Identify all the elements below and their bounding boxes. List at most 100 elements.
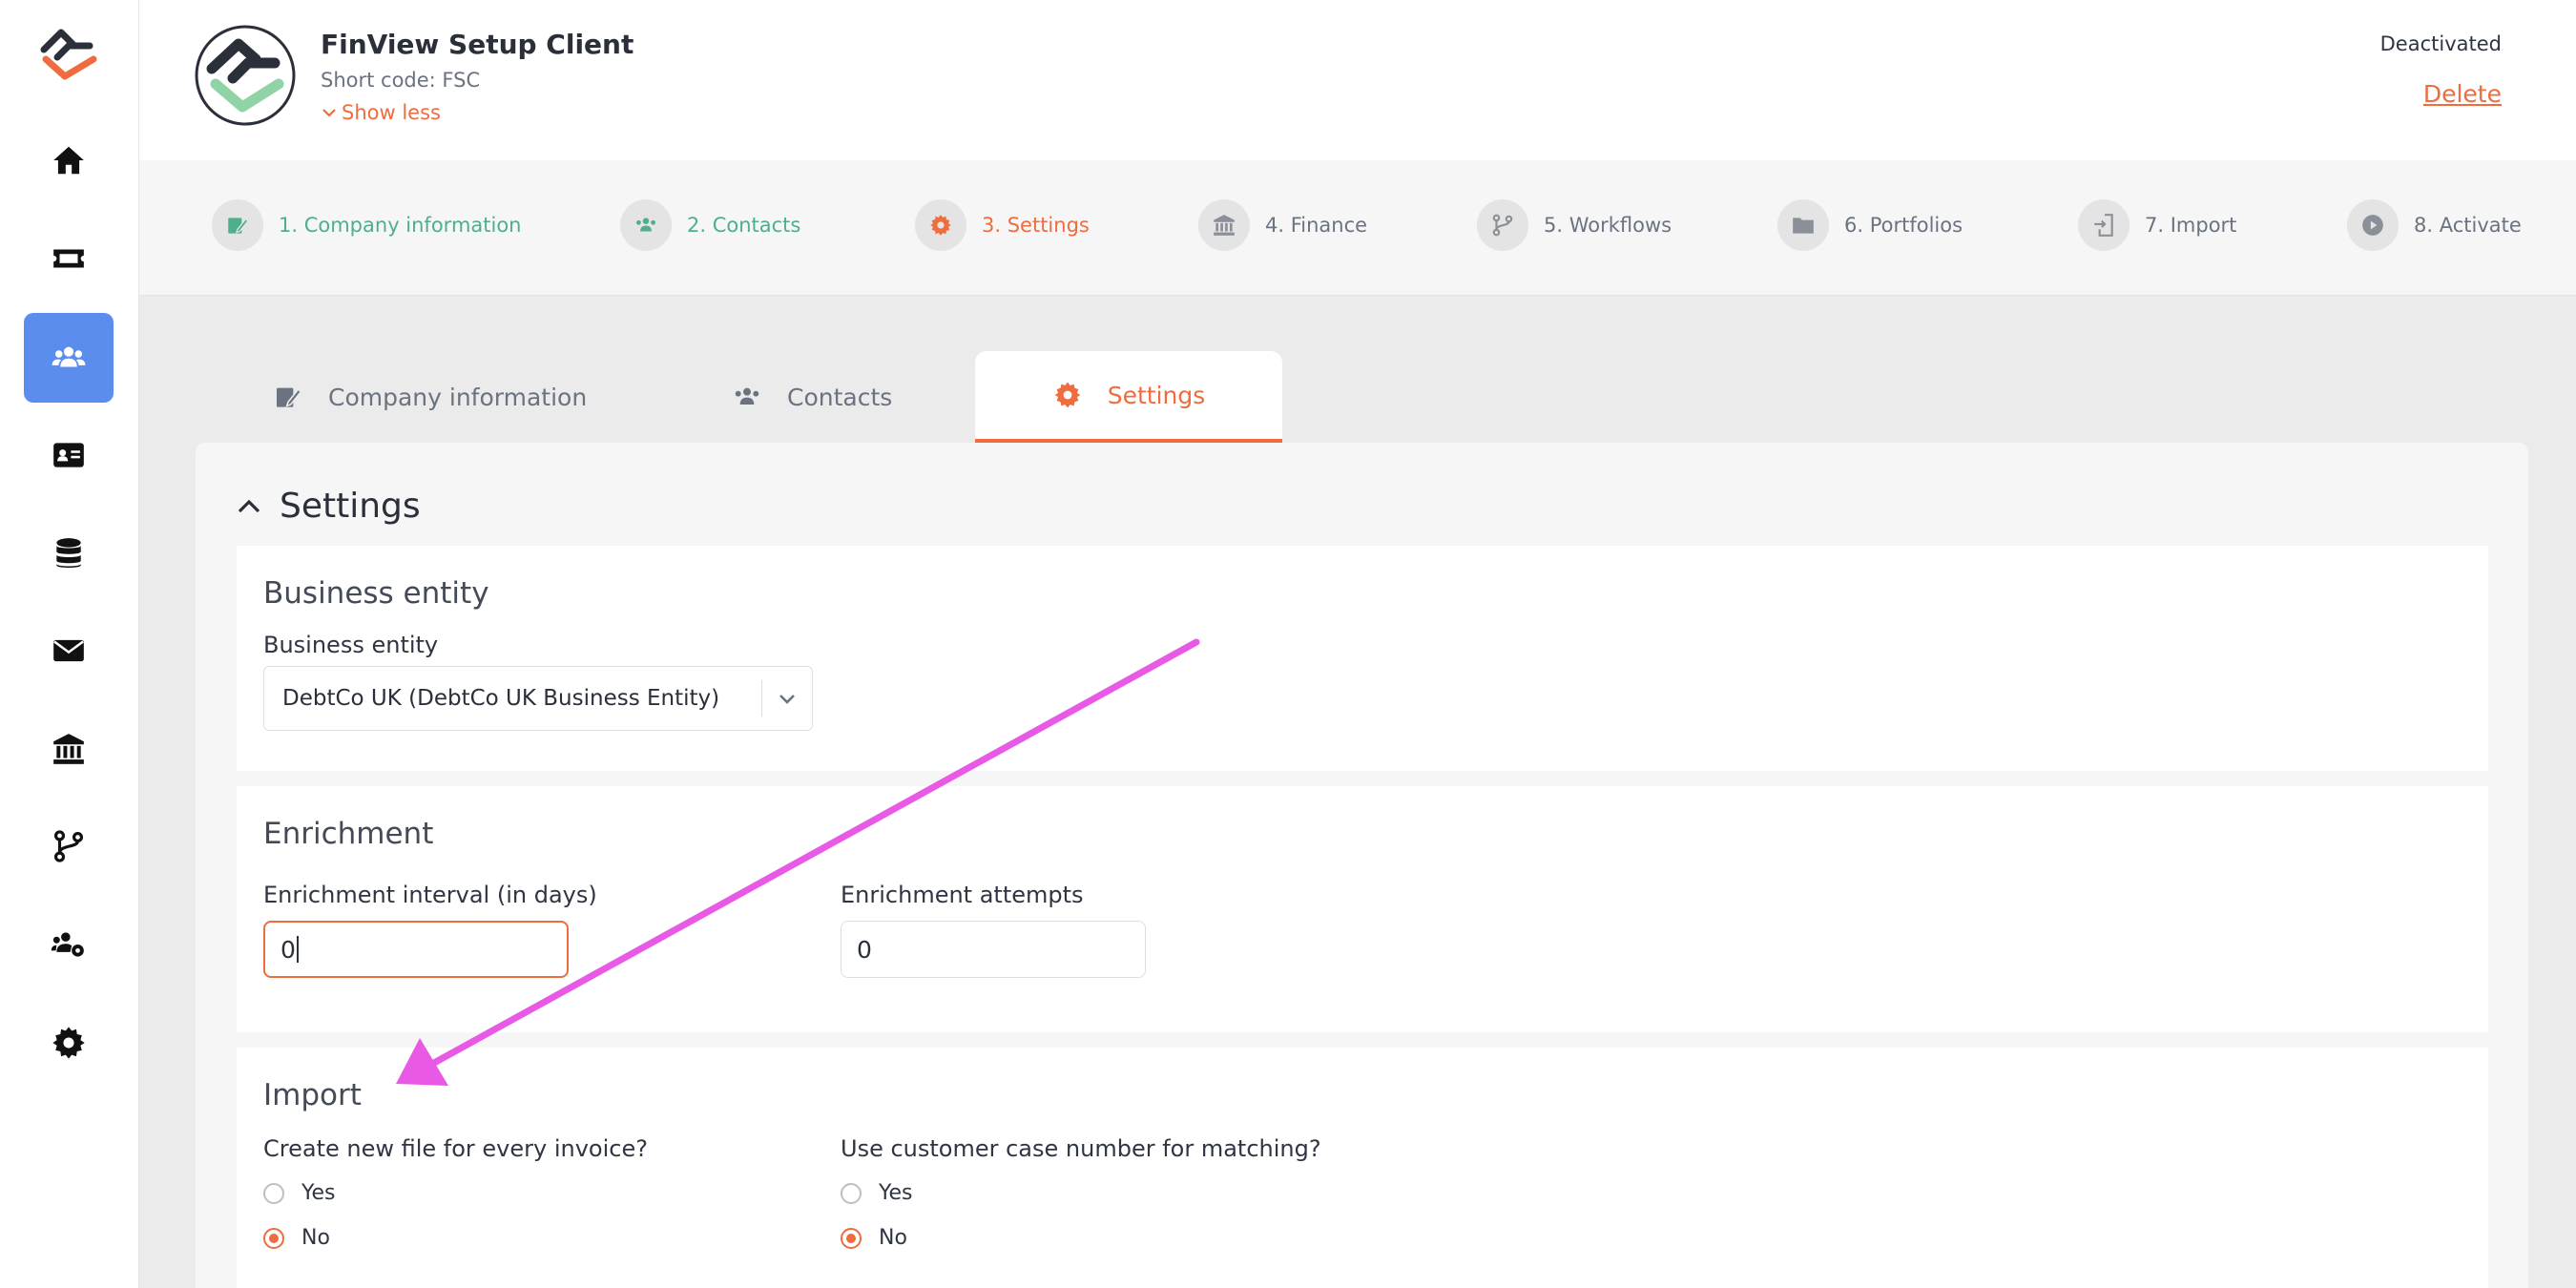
step-label: 5. Workflows — [1544, 214, 1672, 237]
home-icon — [53, 146, 84, 175]
case-number-no-radio[interactable] — [841, 1227, 862, 1249]
branch-icon — [1492, 214, 1513, 237]
bank-icon — [1214, 215, 1235, 236]
users-gear-icon — [51, 932, 84, 957]
step-label: 1. Company information — [279, 214, 522, 237]
import-icon — [2094, 214, 2113, 237]
tab-label: Settings — [1107, 381, 1206, 409]
tab-settings[interactable]: Settings — [975, 351, 1282, 443]
enrichment-interval-input[interactable]: 0 — [263, 921, 569, 978]
nav-bank[interactable] — [24, 704, 114, 794]
company-edit-icon — [277, 387, 302, 407]
short-code: Short code: FSC — [321, 69, 481, 92]
step-activate[interactable]: 8. Activate — [2347, 198, 2522, 252]
ticket-icon — [53, 249, 84, 268]
users-icon — [52, 346, 86, 367]
gear-icon — [1054, 382, 1081, 408]
gear-icon — [930, 215, 951, 236]
folder-icon — [1793, 218, 1814, 234]
step-contacts[interactable]: 2. Contacts — [620, 198, 800, 252]
new-file-no-option[interactable]: No — [263, 1226, 330, 1250]
nav-mail[interactable] — [24, 606, 114, 696]
step-finance[interactable]: 4. Finance — [1198, 198, 1367, 252]
show-less-toggle[interactable]: Show less — [321, 101, 441, 124]
envelope-icon — [53, 639, 84, 662]
import-card: Import Create new file for every invoice… — [237, 1048, 2488, 1288]
branch-icon — [53, 830, 84, 862]
contacts-icon — [636, 218, 655, 232]
chevron-down-icon — [322, 109, 336, 117]
case-number-no-option[interactable]: No — [841, 1226, 907, 1250]
settings-panel: Settings Business entity Business entity… — [196, 443, 2528, 1288]
nav-database[interactable] — [24, 509, 114, 598]
step-workflows[interactable]: 5. Workflows — [1477, 198, 1672, 252]
step-label: 4. Finance — [1265, 214, 1368, 237]
setup-steps: 1. Company information 2. Contacts 3. Se… — [139, 160, 2576, 296]
settings-section-header[interactable]: Settings — [236, 487, 421, 526]
play-icon — [2362, 215, 2383, 236]
nav-clients[interactable] — [24, 313, 114, 403]
enrichment-card: Enrichment Enrichment interval (in days)… — [237, 786, 2488, 1032]
step-label: 2. Contacts — [687, 214, 801, 237]
case-number-label: Use customer case number for matching? — [841, 1135, 1321, 1162]
step-label: 8. Activate — [2414, 214, 2522, 237]
radio-label: No — [879, 1226, 907, 1250]
status-text: Deactivated — [2379, 32, 2502, 55]
settings-title: Settings — [280, 487, 421, 526]
new-file-no-radio[interactable] — [263, 1227, 284, 1249]
radio-label: Yes — [301, 1181, 336, 1205]
database-icon — [56, 538, 81, 569]
chevron-up-icon — [238, 499, 260, 512]
step-portfolios[interactable]: 6. Portfolios — [1777, 198, 1963, 252]
enrichment-attempts-label: Enrichment attempts — [841, 882, 1084, 908]
tab-label: Contacts — [787, 383, 893, 411]
client-name: FinView Setup Client — [321, 29, 634, 60]
new-file-yes-option[interactable]: Yes — [263, 1181, 336, 1205]
gear-icon — [52, 1027, 85, 1059]
radio-label: Yes — [879, 1181, 913, 1205]
tab-label: Company information — [328, 383, 588, 411]
enrichment-attempts-input[interactable]: 0 — [841, 921, 1146, 978]
enrichment-title: Enrichment — [263, 817, 434, 851]
radio-label: No — [301, 1226, 330, 1250]
new-file-yes-radio[interactable] — [263, 1182, 284, 1204]
tab-company-information[interactable]: Company information — [273, 351, 654, 443]
business-entity-select[interactable]: DebtCo UK (DebtCo UK Business Entity) — [263, 666, 813, 731]
select-toggle[interactable] — [762, 687, 812, 710]
text-caret — [296, 936, 299, 963]
new-file-label: Create new file for every invoice? — [263, 1135, 648, 1162]
business-entity-card: Business entity Business entity DebtCo U… — [237, 546, 2488, 771]
enrichment-interval-label: Enrichment interval (in days) — [263, 882, 597, 908]
business-entity-label: Business entity — [263, 632, 439, 658]
enrichment-interval-value: 0 — [280, 935, 296, 964]
step-label: 6. Portfolios — [1844, 214, 1963, 237]
nav-tickets[interactable] — [24, 214, 114, 303]
id-card-icon — [53, 443, 84, 467]
nav-teams[interactable] — [24, 900, 114, 989]
nav-settings[interactable] — [24, 998, 114, 1088]
business-entity-title: Business entity — [263, 576, 489, 611]
import-title: Import — [263, 1078, 362, 1112]
step-label: 7. Import — [2145, 214, 2237, 237]
case-number-yes-radio[interactable] — [841, 1182, 862, 1204]
app-logo-icon[interactable] — [36, 25, 101, 82]
case-number-yes-option[interactable]: Yes — [841, 1181, 913, 1205]
client-header: FinView Setup Client Short code: FSC Sho… — [139, 0, 2576, 160]
nav-workflows[interactable] — [24, 801, 114, 891]
company-edit-icon — [228, 218, 249, 234]
step-import[interactable]: 7. Import — [2078, 198, 2236, 252]
enrichment-attempts-value: 0 — [857, 935, 872, 964]
contacts-icon — [735, 387, 759, 405]
step-company-information[interactable]: 1. Company information — [212, 198, 522, 252]
client-logo-icon — [195, 25, 296, 126]
step-label: 3. Settings — [982, 214, 1090, 237]
sidebar — [0, 0, 139, 1288]
chevron-down-icon — [779, 695, 795, 704]
nav-contacts-card[interactable] — [24, 410, 114, 500]
delete-link[interactable]: Delete — [2423, 80, 2502, 108]
step-settings[interactable]: 3. Settings — [915, 198, 1090, 252]
nav-home[interactable] — [24, 115, 114, 205]
business-entity-value: DebtCo UK (DebtCo UK Business Entity) — [282, 686, 720, 711]
bank-icon — [53, 734, 84, 764]
show-less-label: Show less — [342, 101, 441, 124]
